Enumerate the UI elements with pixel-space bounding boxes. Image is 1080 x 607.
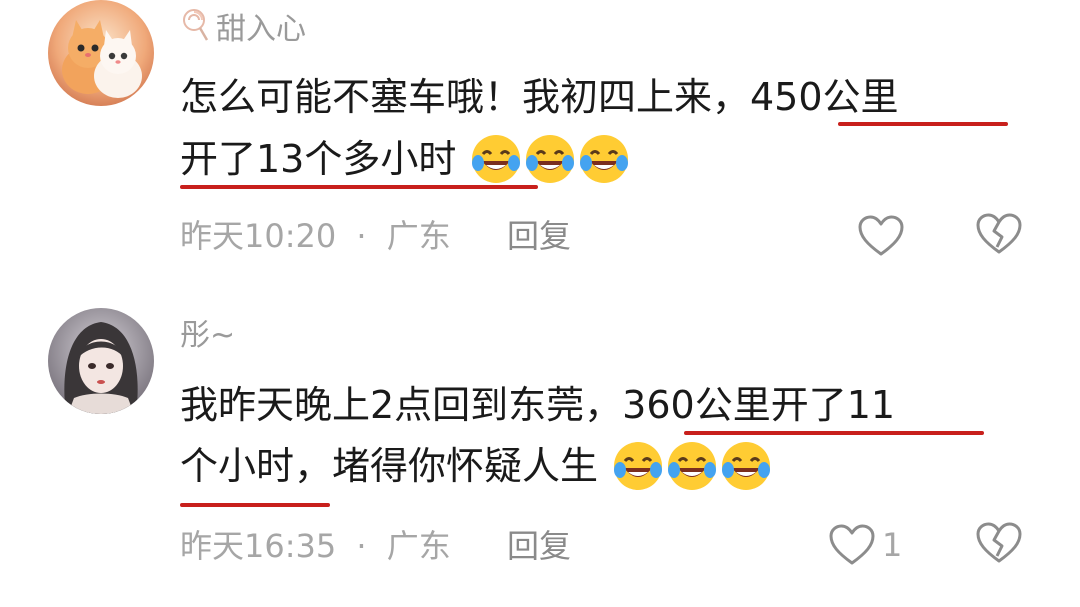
heart-icon [858, 215, 904, 256]
comment-text: 我昨天晚上2点回到东莞，360公里开了11 [180, 383, 896, 427]
timestamp: 昨天16:35 [180, 527, 337, 565]
lollipop-icon [180, 8, 210, 53]
comment-item: 甜入心 怎么可能不塞车哦！我初四上来，450公里 开了13个多小时 昨天10:2… [0, 0, 1080, 290]
avatar[interactable] [48, 308, 154, 414]
meta-separator: · [356, 527, 367, 565]
timestamp: 昨天10:20 [180, 217, 337, 255]
comment-text: 怎么可能不塞车哦！我初四上来，450公里 [180, 75, 899, 119]
comment-text-line: 我昨天晚上2点回到东莞，360公里开了11 [180, 377, 895, 433]
highlight-underline [838, 122, 1008, 126]
dislike-button[interactable] [975, 212, 1023, 260]
broken-heart-icon [976, 213, 1022, 254]
like-button[interactable]: 1 [828, 521, 902, 569]
kittens-avatar-image [48, 0, 154, 106]
location: 广东 [386, 527, 451, 565]
meta-separator: · [356, 217, 367, 255]
like-button[interactable] [857, 212, 911, 260]
anime-girl-avatar-image [48, 308, 154, 414]
laugh-cry-emoji [720, 440, 772, 492]
location: 广东 [386, 217, 451, 255]
comment-meta: 昨天16:35 · 广东 回复 [180, 524, 571, 568]
username-text: 甜入心 [216, 12, 306, 47]
comment-text: 个小时，堵得你怀疑人生 [180, 444, 599, 488]
highlight-underline [684, 431, 984, 435]
highlight-underline [180, 185, 538, 189]
comment-text-line: 怎么可能不塞车哦！我初四上来，450公里 [180, 69, 899, 125]
dislike-button[interactable] [975, 521, 1023, 569]
comment-text-line: 个小时，堵得你怀疑人生 [180, 438, 772, 495]
username[interactable]: 彤~ [180, 316, 235, 356]
comment-text-line: 开了13个多小时 [180, 131, 630, 188]
laugh-cry-emoji [578, 133, 630, 185]
avatar[interactable] [48, 0, 154, 106]
laugh-cry-emoji [666, 440, 718, 492]
comment-text: 开了13个多小时 [180, 137, 457, 181]
comment-item: 彤~ 我昨天晚上2点回到东莞，360公里开了11 个小时，堵得你怀疑人生 昨天1… [0, 290, 1080, 607]
username-text: 彤~ [180, 318, 236, 353]
laugh-cry-emoji [612, 440, 664, 492]
heart-icon [829, 524, 875, 565]
reply-button[interactable]: 回复 [507, 217, 571, 255]
laugh-cry-emoji [470, 133, 522, 185]
like-count: 1 [882, 526, 903, 564]
laugh-cry-emoji [524, 133, 576, 185]
broken-heart-icon [976, 522, 1022, 563]
highlight-underline [180, 503, 330, 507]
comment-meta: 昨天10:20 · 广东 回复 [180, 214, 571, 258]
reply-button[interactable]: 回复 [507, 527, 571, 565]
username[interactable]: 甜入心 [180, 8, 306, 53]
